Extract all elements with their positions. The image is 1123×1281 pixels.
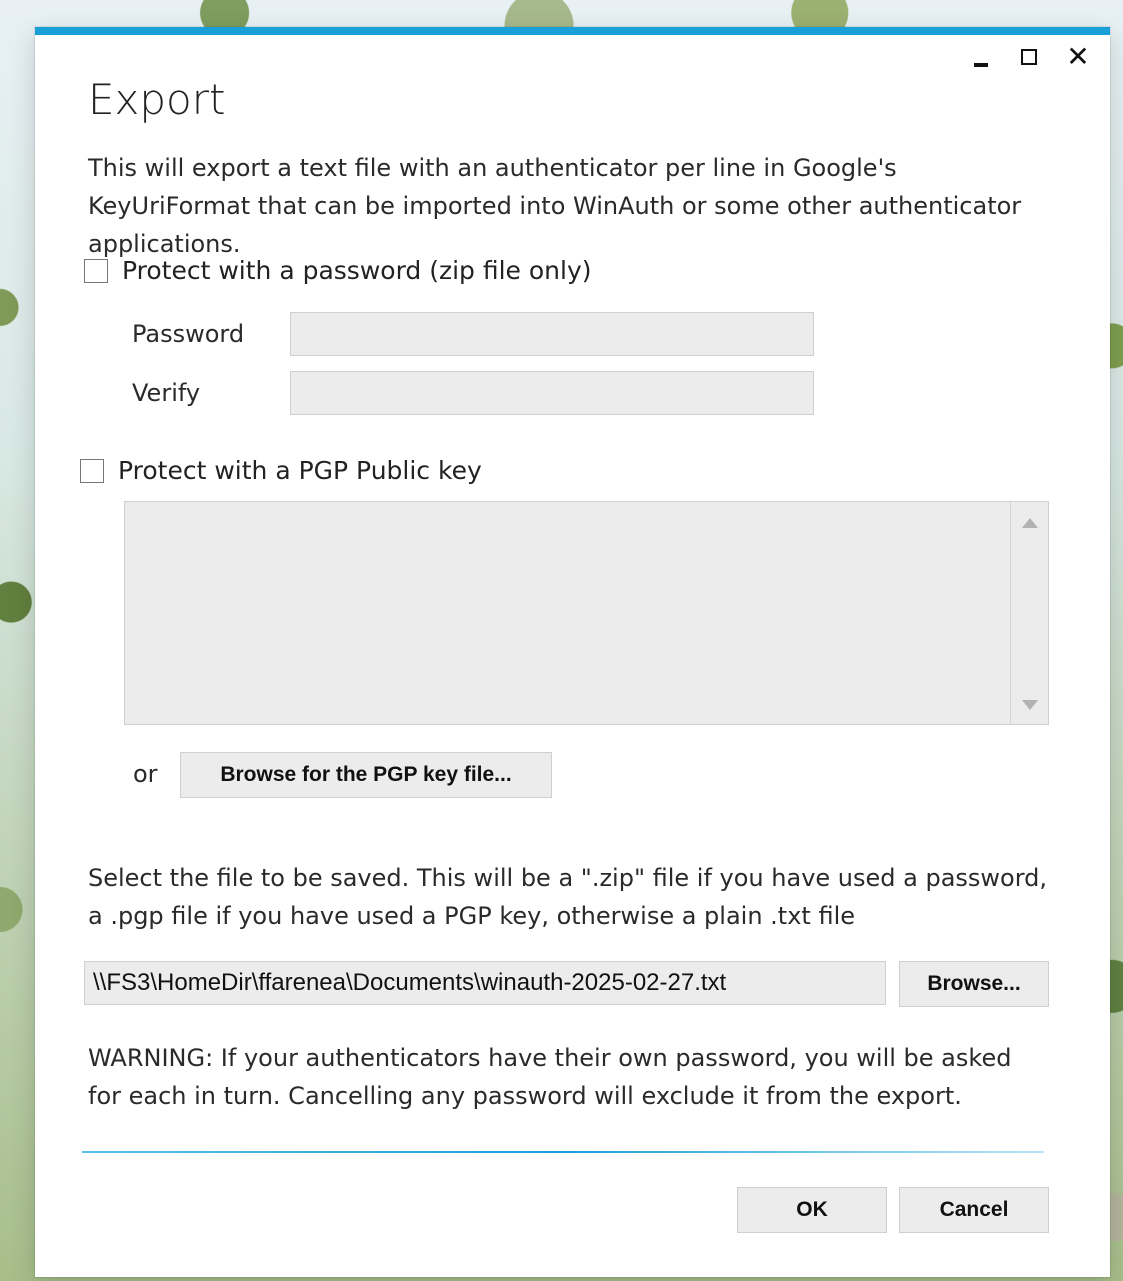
dialog-title: Export (88, 75, 226, 124)
scroll-up-icon[interactable] (1022, 518, 1038, 528)
close-icon[interactable]: ✕ (1066, 43, 1090, 71)
window-top-accent (35, 27, 1110, 35)
bottom-divider (82, 1151, 1044, 1153)
password-label: Password (132, 320, 245, 348)
password-protection-checkbox[interactable] (84, 258, 108, 283)
warning-text: WARNING: If your authenticators have the… (88, 1044, 1012, 1110)
pgp-protection-option[interactable]: Protect with a PGP Public key (80, 456, 482, 485)
pgp-protection-label: Protect with a PGP Public key (118, 456, 482, 485)
dialog-description: This will export a text file with an aut… (88, 154, 1022, 258)
pgp-key-scrollbar[interactable] (1010, 502, 1048, 724)
file-path-input[interactable]: \\FS3\HomeDir\ffarenea\Documents\winauth… (84, 961, 886, 1005)
pgp-protection-checkbox[interactable] (80, 458, 104, 483)
password-input[interactable] (290, 312, 814, 356)
browse-file-button[interactable]: Browse... (899, 961, 1049, 1007)
browse-pgp-key-button[interactable]: Browse for the PGP key file... (180, 752, 552, 798)
verify-label: Verify (132, 379, 201, 407)
password-protection-option[interactable]: Protect with a password (zip file only) (84, 256, 592, 285)
file-selection-instruction: Select the file to be saved. This will b… (88, 864, 1048, 930)
scroll-down-icon[interactable] (1022, 700, 1038, 710)
pgp-key-textarea[interactable] (124, 501, 1049, 725)
window-caption-buttons: ✕ (970, 43, 1090, 71)
or-label: or (133, 760, 158, 788)
export-dialog: ✕ Export This will export a text file wi… (35, 27, 1110, 1277)
cancel-button[interactable]: Cancel (899, 1187, 1049, 1233)
maximize-icon[interactable] (1018, 45, 1042, 69)
ok-button[interactable]: OK (737, 1187, 887, 1233)
minimize-icon[interactable] (970, 45, 994, 69)
password-protection-label: Protect with a password (zip file only) (122, 256, 592, 285)
verify-password-input[interactable] (290, 371, 814, 415)
